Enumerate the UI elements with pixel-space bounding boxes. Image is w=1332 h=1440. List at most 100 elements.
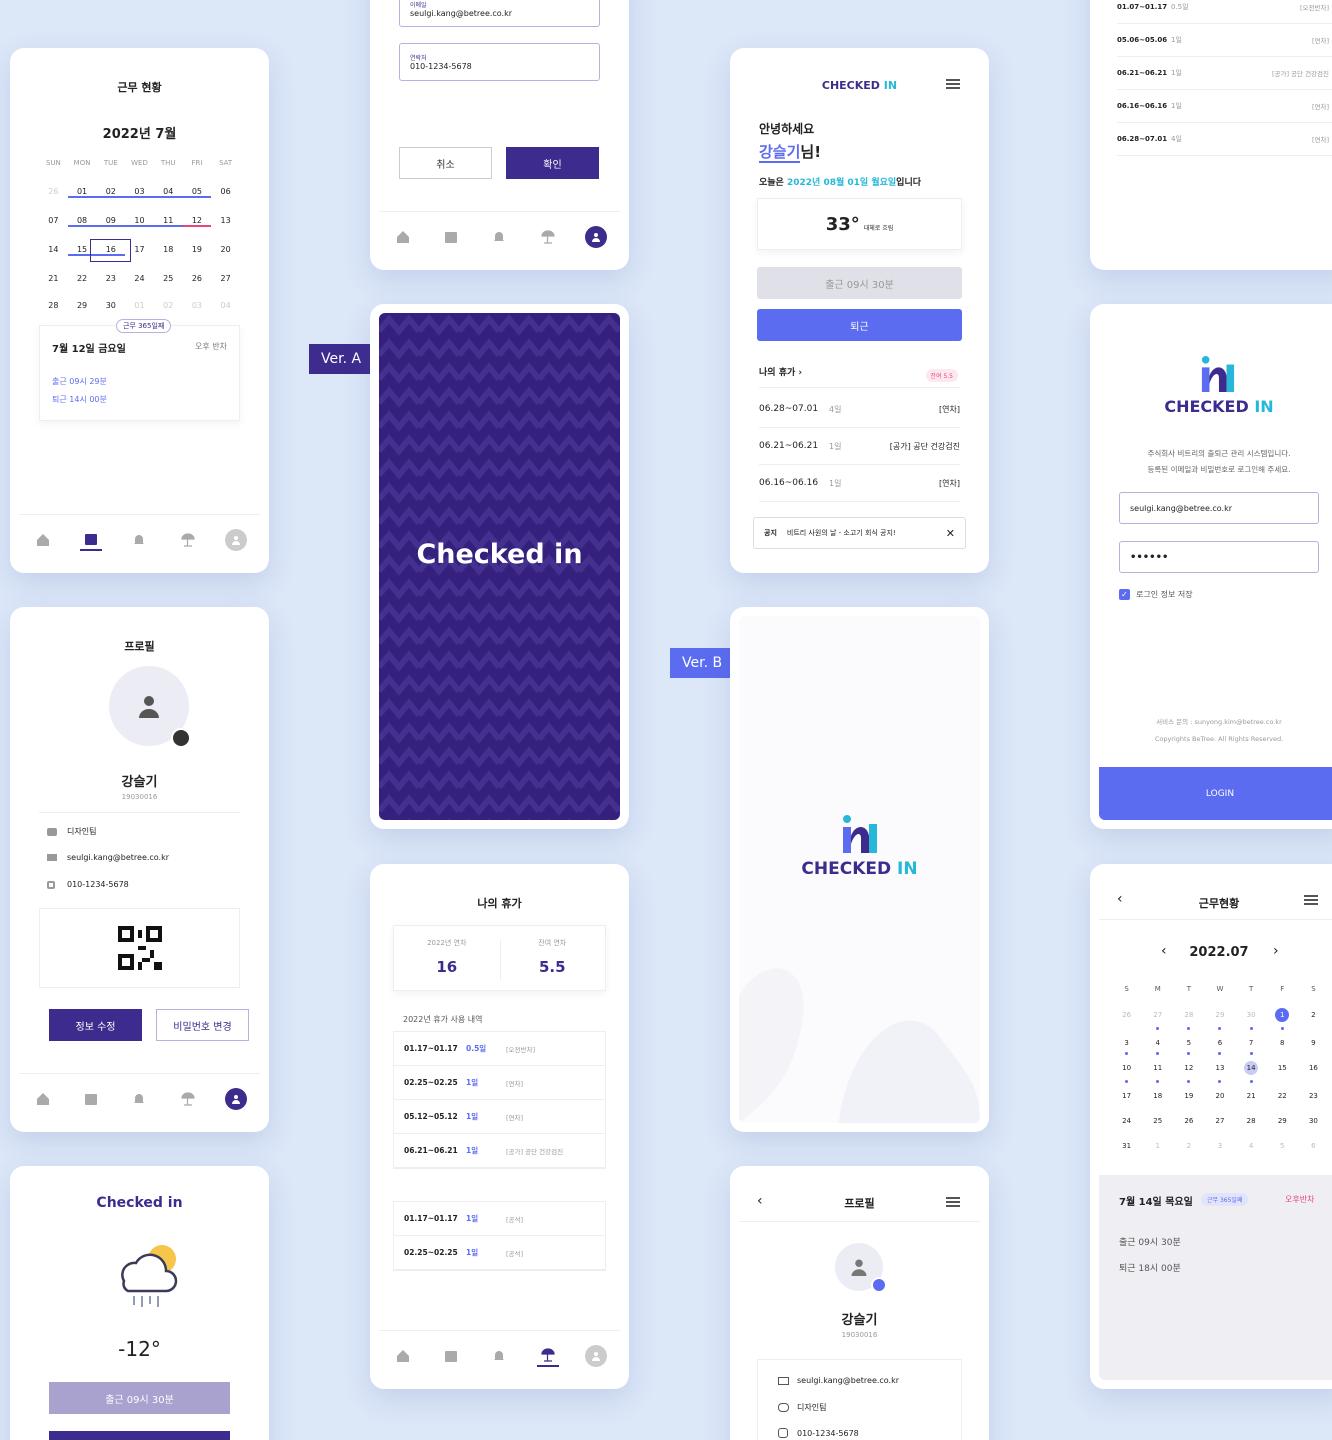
calendar-day[interactable]: 28	[1173, 1011, 1204, 1030]
calendar-day[interactable]: 26	[1111, 1011, 1142, 1022]
avatar-icon[interactable]	[224, 1087, 247, 1110]
calendar-day[interactable]: 16	[90, 239, 132, 262]
calendar-day[interactable]: 15	[67, 245, 97, 256]
camera-icon[interactable]	[171, 728, 191, 748]
calendar-day[interactable]: 01	[125, 301, 154, 310]
calendar-day[interactable]: 06	[211, 187, 240, 198]
calendar-day[interactable]: 07	[39, 216, 68, 227]
avatar[interactable]	[109, 666, 191, 748]
calendar-day[interactable]: 03	[125, 187, 154, 198]
calendar-day[interactable]: 24	[125, 274, 154, 283]
beach-umbrella-icon[interactable]	[536, 1345, 559, 1367]
calendar-day[interactable]: 11	[153, 216, 183, 227]
calendar-day[interactable]: 22	[68, 274, 97, 283]
calendar-day[interactable]: 04	[153, 187, 183, 198]
calendar-day[interactable]: 31	[1111, 1142, 1142, 1150]
calendar-day[interactable]: 14	[1244, 1061, 1259, 1083]
calendar-day[interactable]: 5	[1173, 1039, 1204, 1055]
calendar-day[interactable]: 01	[67, 187, 97, 198]
calendar-day[interactable]: 15	[1267, 1064, 1298, 1075]
calendar-day[interactable]: 7	[1236, 1039, 1267, 1055]
calendar-day[interactable]: 27	[1142, 1011, 1173, 1030]
calendar-day[interactable]: 13	[211, 216, 240, 227]
calendar-day[interactable]: 6	[1204, 1039, 1235, 1055]
calendar-day[interactable]: 12	[1173, 1064, 1204, 1083]
calendar-day[interactable]: 03	[183, 301, 212, 310]
edit-info-button[interactable]: 정보 수정	[49, 1009, 142, 1041]
calendar-day[interactable]: 05	[182, 187, 212, 198]
change-password-button[interactable]: 비밀번호 변경	[156, 1009, 249, 1041]
checkbox-checked-icon[interactable]: ✓	[1119, 589, 1130, 600]
avatar-icon[interactable]	[584, 225, 607, 248]
calendar-day[interactable]: 30	[1298, 1117, 1329, 1125]
calendar-day[interactable]: 29	[68, 301, 97, 310]
calendar-day[interactable]: 14	[39, 245, 68, 256]
calendar-day[interactable]: 5	[1267, 1142, 1298, 1150]
calendar-day[interactable]: 18	[154, 245, 183, 256]
calendar-day[interactable]: 21	[1236, 1092, 1267, 1100]
cancel-button[interactable]: 취소	[399, 147, 492, 179]
calendar-day[interactable]: 17	[125, 245, 154, 256]
calendar-day[interactable]: 19	[1173, 1092, 1204, 1100]
my-leave-link[interactable]: 나의 휴가 ›	[759, 365, 802, 378]
calendar-day[interactable]: 10	[1111, 1064, 1142, 1083]
calendar-day[interactable]: 20	[211, 245, 240, 256]
calendar-icon[interactable]	[80, 1088, 102, 1110]
calendar-day[interactable]: 18	[1142, 1092, 1173, 1100]
calendar-icon[interactable]	[440, 1345, 462, 1367]
home-icon[interactable]	[32, 529, 54, 551]
login-button[interactable]: LOGIN	[1099, 767, 1332, 820]
checkout-button[interactable]: 퇴근	[757, 309, 962, 341]
phone-field[interactable]: 연락처 010-1234-5678	[399, 43, 600, 81]
beach-umbrella-icon[interactable]	[537, 226, 559, 248]
calendar-day[interactable]: 19	[183, 245, 212, 256]
bell-icon[interactable]	[488, 226, 510, 248]
calendar-day[interactable]: 21	[39, 274, 68, 283]
close-icon[interactable]: ✕	[946, 527, 955, 540]
calendar-day[interactable]: 11	[1142, 1064, 1173, 1083]
calendar-day[interactable]: 29	[1267, 1117, 1298, 1125]
calendar-day[interactable]: 1	[1142, 1142, 1173, 1150]
menu-icon[interactable]	[946, 1197, 960, 1207]
calendar-day[interactable]: 24	[1111, 1117, 1142, 1125]
bell-icon[interactable]	[128, 1088, 150, 1110]
calendar-day[interactable]: 23	[96, 274, 125, 283]
calendar-day[interactable]: 04	[211, 301, 240, 310]
bell-icon[interactable]	[128, 529, 150, 551]
calendar-day[interactable]: 29	[1204, 1011, 1235, 1030]
calendar-day[interactable]: 3	[1111, 1039, 1142, 1055]
calendar-day[interactable]: 26	[39, 187, 68, 198]
calendar-day[interactable]: 8	[1267, 1039, 1298, 1047]
calendar-day[interactable]: 4	[1236, 1142, 1267, 1150]
checkout-button[interactable]	[49, 1431, 230, 1440]
calendar-day[interactable]: 02	[154, 301, 183, 310]
menu-icon[interactable]	[946, 79, 960, 89]
calendar-day[interactable]: 4	[1142, 1039, 1173, 1055]
calendar-icon[interactable]	[440, 226, 462, 248]
calendar-day[interactable]: 28	[1236, 1117, 1267, 1125]
home-icon[interactable]	[392, 1345, 414, 1367]
calendar-day[interactable]: 16	[1298, 1064, 1329, 1075]
home-icon[interactable]	[32, 1088, 54, 1110]
calendar-day[interactable]: 1	[1275, 1008, 1290, 1030]
calendar-day[interactable]: 9	[1298, 1039, 1329, 1047]
confirm-button[interactable]: 확인	[506, 147, 599, 179]
calendar-day[interactable]: 10	[125, 216, 154, 227]
calendar-day[interactable]: 30	[96, 301, 125, 310]
calendar-day[interactable]: 2	[1298, 1011, 1329, 1022]
calendar-day[interactable]: 08	[67, 216, 97, 227]
beach-umbrella-icon[interactable]	[177, 1088, 199, 1110]
calendar-day[interactable]: 2	[1173, 1142, 1204, 1150]
calendar-day[interactable]: 09	[96, 216, 126, 227]
checkin-button[interactable]: 출근 09시 30분	[757, 267, 962, 299]
calendar-day[interactable]: 28	[39, 301, 68, 310]
calendar-day[interactable]: 26	[1173, 1117, 1204, 1125]
calendar-day[interactable]: 25	[1142, 1117, 1173, 1125]
next-month-icon[interactable]: ›	[1273, 943, 1279, 959]
calendar-day[interactable]: 20	[1204, 1092, 1235, 1100]
remember-checkbox[interactable]: ✓ 로그인 정보 저장	[1119, 589, 1193, 600]
password-input[interactable]: ••••••	[1119, 541, 1319, 573]
email-field[interactable]: 이메일 seulgi.kang@betree.co.kr	[399, 0, 600, 27]
bell-icon[interactable]	[488, 1345, 510, 1367]
notice-bar[interactable]: 공지 비트리 사원의 날 - 소고기 회식 공지! ✕	[753, 517, 966, 549]
